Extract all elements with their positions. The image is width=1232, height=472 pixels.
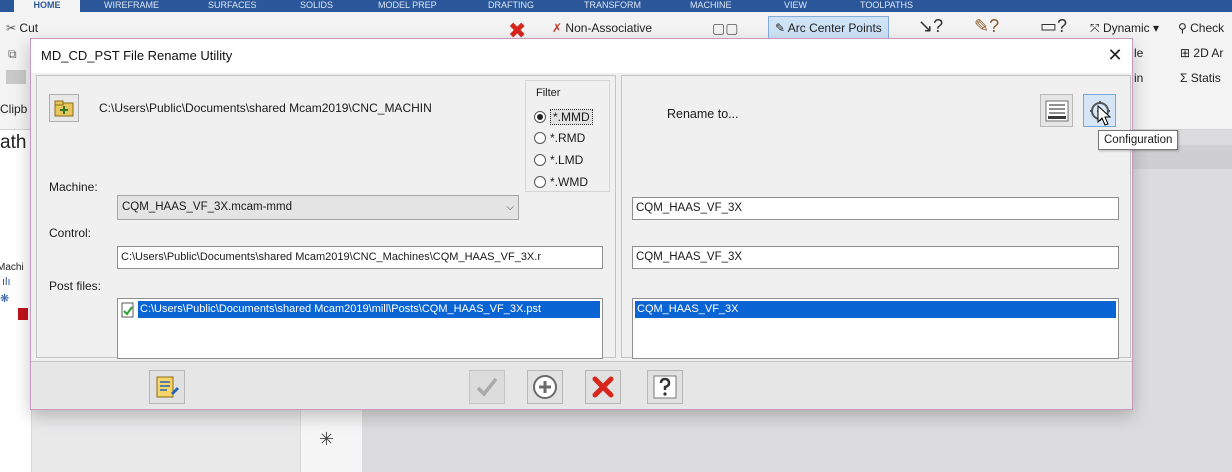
add-button[interactable] (527, 370, 563, 404)
statistics-button[interactable]: Σ Statis (1180, 71, 1221, 85)
check-icon (476, 377, 498, 397)
edit-button[interactable] (149, 370, 185, 404)
post-files-label: Post files: (49, 279, 102, 293)
post-file-path: C:\Users\Public\Documents\shared Mcam201… (138, 301, 600, 318)
ribbon-tab-view[interactable]: VIEW (784, 0, 807, 12)
list-item[interactable]: CQM_HAAS_VF_3X (635, 301, 1116, 318)
rename-panel: Rename to... CQM_HAAS_VF_3X CQM_HAAS_VF_… (621, 75, 1131, 359)
copy-icon[interactable]: ⧉ (8, 47, 17, 62)
filter-option-wmd[interactable]: *.WMD (534, 175, 588, 189)
machine-dropdown-value: CQM_HAAS_VF_3X.mcam-mmd (122, 201, 292, 213)
filter-group: Filter *.MMD *.RMD *.LMD *.WMD (525, 80, 610, 192)
radio-lmd[interactable] (534, 154, 546, 166)
filter-label-lmd: *.LMD (550, 153, 584, 167)
cut-button[interactable]: ✂ Cut (6, 21, 38, 35)
pencil-icon: ✎ (775, 21, 786, 35)
delete-icon (592, 376, 614, 398)
radio-mmd[interactable] (534, 111, 546, 123)
filter-label-mmd: *.MMD (550, 109, 593, 125)
dynamic-button[interactable]: ⤧ Dynamic ▾ (1090, 21, 1159, 36)
chevron-down-icon[interactable]: ⌵ (506, 196, 514, 219)
insert-arrow-icon (18, 308, 28, 320)
machine-label: Machine: (49, 180, 98, 194)
ribbon-tab-strip: HOME WIREFRAME SURFACES SOLIDS MODEL PRE… (0, 0, 1232, 12)
asterisk-icon[interactable]: ✳ (319, 429, 334, 450)
ok-button[interactable] (469, 370, 505, 404)
help-button[interactable] (647, 370, 683, 404)
dialog-titlebar[interactable]: MD_CD_PST File Rename Utility ✕ (31, 39, 1132, 73)
paint-icon[interactable]: ✎? (974, 16, 999, 37)
radio-wmd[interactable] (534, 176, 546, 188)
dialog-title: MD_CD_PST File Rename Utility (41, 48, 233, 63)
area-icon: ⊞ (1180, 46, 1191, 60)
file-check-icon (121, 302, 134, 317)
machine-folder-path: C:\Users\Public\Documents\shared Mcam201… (99, 101, 432, 115)
ribbon-tab-surfaces[interactable]: SURFACES (208, 0, 257, 12)
machine-group-item[interactable]: Machi (0, 262, 24, 273)
ribbon-tab-wireframe[interactable]: WIREFRAME (104, 0, 159, 12)
properties-icon[interactable]: ılı (2, 276, 11, 288)
paste-icon[interactable] (6, 70, 26, 84)
tool-icon[interactable]: ❋ (0, 292, 9, 305)
list-view-button[interactable] (1040, 94, 1073, 127)
window-tile-icon[interactable]: ▢▢ (712, 20, 738, 37)
chain-button[interactable]: in (1134, 71, 1143, 85)
control-path-field[interactable]: C:\Users\Public\Documents\shared Mcam201… (117, 246, 603, 269)
filter-label-wmd: *.WMD (550, 175, 588, 189)
configuration-tooltip: Configuration (1098, 130, 1179, 150)
rename-control-field[interactable]: CQM_HAAS_VF_3X (632, 246, 1119, 269)
list-view-icon (1045, 100, 1068, 121)
2d-area-button[interactable]: ⊞ 2D Ar (1180, 46, 1223, 60)
ribbon-tab-model-prep[interactable]: MODEL PREP (378, 0, 437, 12)
rename-to-label: Rename to... (667, 107, 739, 121)
ribbon-tab-transform[interactable]: TRANSFORM (584, 0, 641, 12)
rename-post-list[interactable]: CQM_HAAS_VF_3X (632, 298, 1119, 359)
non-associative-button[interactable]: ✗ Non-Associative (552, 21, 652, 35)
check-tool-icon: ⚲ (1178, 21, 1187, 35)
source-panel: C:\Users\Public\Documents\shared Mcam201… (36, 75, 616, 359)
clipboard-group-label: Clipb (0, 102, 28, 116)
filter-option-mmd[interactable]: *.MMD (534, 109, 593, 125)
filter-option-rmd[interactable]: *.RMD (534, 131, 585, 145)
angle-button[interactable]: le (1134, 46, 1143, 60)
post-files-list[interactable]: C:\Users\Public\Documents\shared Mcam201… (117, 298, 603, 359)
control-label: Control: (49, 226, 92, 240)
non-associative-icon: ✗ (552, 21, 563, 35)
filter-label-rmd: *.RMD (550, 131, 586, 145)
ribbon-tab-home[interactable]: HOME (14, 0, 80, 12)
rename-machine-field[interactable]: CQM_HAAS_VF_3X (632, 197, 1119, 220)
filter-option-lmd[interactable]: *.LMD (534, 153, 583, 167)
sigma-icon: Σ (1180, 71, 1188, 85)
ribbon-tab-machine[interactable]: MACHINE (690, 0, 732, 12)
ribbon-tab-toolpaths[interactable]: TOOLPATHS (860, 0, 913, 12)
dialog-footer (31, 361, 1132, 409)
ribbon-tab-solids[interactable]: SOLIDS (300, 0, 333, 12)
folder-icon (54, 100, 74, 117)
analyze-icon[interactable]: ↘? (918, 16, 943, 37)
delete-button[interactable] (585, 370, 621, 404)
toolpaths-manager-pane: ath Machi ılı ❋ (0, 130, 32, 472)
filter-legend: Filter (536, 87, 561, 99)
ribbon-tab-drafting[interactable]: DRAFTING (488, 0, 534, 12)
help-query-icon[interactable]: ▭? (1040, 16, 1067, 37)
toolbar-column: ✳ (300, 405, 362, 472)
help-icon (653, 375, 677, 399)
edit-icon (156, 376, 179, 398)
toolpaths-pane-title: ath (0, 132, 27, 153)
add-icon (533, 375, 557, 399)
scissors-icon: ✂ (6, 21, 17, 35)
select-machine-folder-button[interactable] (49, 94, 79, 122)
file-rename-dialog: MD_CD_PST File Rename Utility ✕ C:\Users… (30, 38, 1133, 410)
dynamic-icon: ⤧ (1090, 21, 1100, 35)
close-icon: ✕ (1107, 45, 1123, 65)
list-item[interactable]: C:\Users\Public\Documents\shared Mcam201… (120, 301, 600, 318)
close-button[interactable]: ✕ (1102, 43, 1128, 69)
radio-rmd[interactable] (534, 132, 546, 144)
mouse-cursor-icon (1097, 105, 1111, 126)
arc-center-points-button[interactable]: ✎ Arc Center Points (768, 16, 889, 40)
machine-dropdown[interactable]: CQM_HAAS_VF_3X.mcam-mmd ⌵ (117, 195, 519, 220)
check-button[interactable]: ⚲ Check (1178, 21, 1224, 35)
